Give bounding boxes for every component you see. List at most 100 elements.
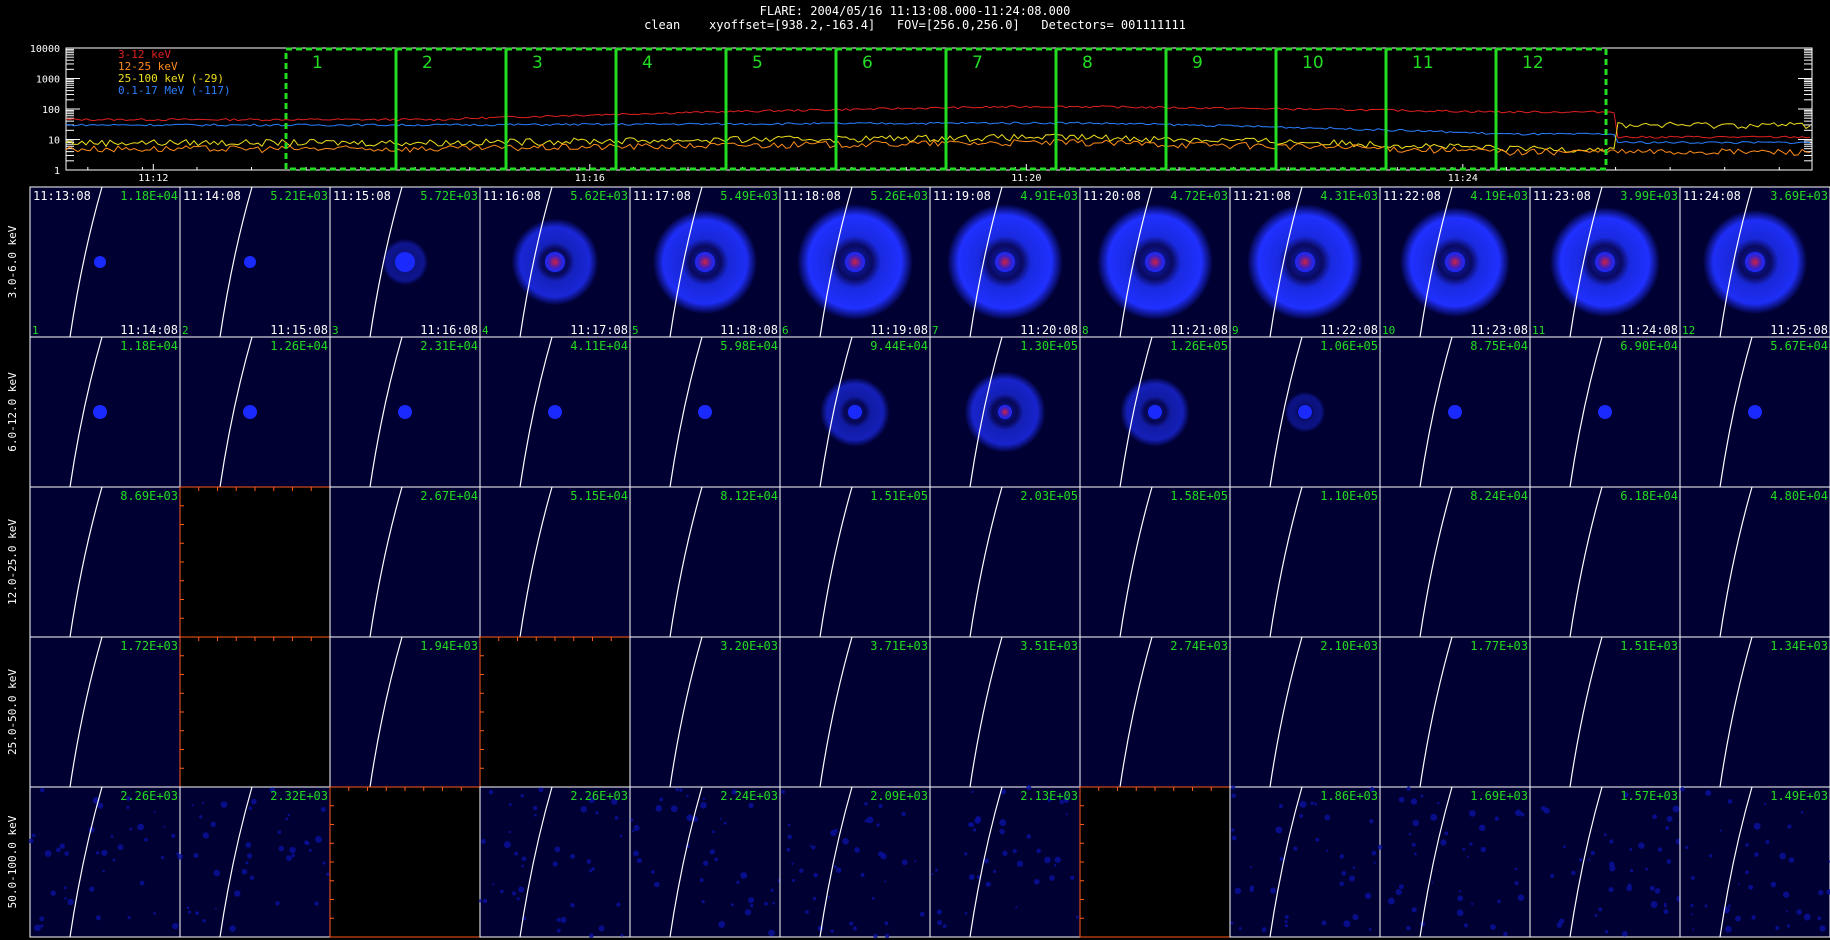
peak-value: 2.32E+03 xyxy=(270,789,328,803)
peak-value: 8.24E+04 xyxy=(1470,489,1528,503)
image-panel xyxy=(629,636,781,788)
noise-speck xyxy=(699,878,704,883)
flare-source xyxy=(1595,252,1615,272)
empty-image-panel xyxy=(1079,786,1231,938)
noise-speck xyxy=(95,915,101,921)
noise-speck xyxy=(144,837,148,842)
noise-speck xyxy=(1398,796,1405,803)
noise-speck xyxy=(811,845,816,850)
image-cell: 1.34E+03 xyxy=(1679,636,1830,788)
noise-speck xyxy=(234,890,241,897)
image-cell: 2.74E+03 xyxy=(1079,636,1231,788)
noise-speck xyxy=(1751,915,1756,920)
noise-speck xyxy=(914,860,917,863)
image-cell: 5.67E+04 xyxy=(1679,336,1830,488)
noise-speck xyxy=(1517,894,1525,902)
noise-speck xyxy=(1787,824,1792,829)
noise-speck xyxy=(251,798,257,805)
noise-speck xyxy=(1645,867,1648,871)
noise-speck xyxy=(241,868,248,875)
noise-speck xyxy=(1411,842,1416,847)
peak-value: 4.72E+03 xyxy=(1170,189,1228,203)
noise-speck xyxy=(1463,923,1468,928)
noise-speck xyxy=(748,802,754,809)
noise-speck xyxy=(1503,931,1508,937)
noise-speck xyxy=(1341,871,1347,876)
image-cell: 1.72E+03 xyxy=(29,636,181,788)
peak-value: 5.21E+03 xyxy=(270,189,328,203)
noise-speck xyxy=(1430,813,1438,821)
image-panel xyxy=(1679,636,1830,788)
flare-source xyxy=(1145,252,1165,272)
noise-speck xyxy=(1467,855,1470,858)
row-energy-label: 50.0-100.0 keV xyxy=(6,815,19,908)
flare-source xyxy=(1295,252,1315,272)
start-time: 11:22:08 xyxy=(1383,189,1441,203)
noise-speck xyxy=(64,851,69,856)
image-panel xyxy=(1379,486,1531,638)
peak-value: 2.26E+03 xyxy=(120,789,178,803)
image-cell: 1.94E+03 xyxy=(329,636,481,788)
noise-speck xyxy=(654,881,660,888)
image-cell: 6.18E+04 xyxy=(1529,486,1681,638)
noise-speck xyxy=(871,896,875,900)
peak-value: 2.13E+03 xyxy=(1020,789,1078,803)
noise-speck xyxy=(772,901,776,905)
noise-speck xyxy=(1412,819,1420,827)
noise-speck xyxy=(852,926,857,931)
image-panel xyxy=(29,486,181,638)
noise-speck xyxy=(275,901,280,906)
flare-source xyxy=(1298,405,1312,419)
image-cell: 8.24E+04 xyxy=(1379,486,1531,638)
flare-source xyxy=(845,252,865,272)
noise-speck xyxy=(968,822,973,827)
noise-speck xyxy=(1275,826,1283,834)
noise-speck xyxy=(492,883,495,886)
noise-speck xyxy=(511,891,517,896)
peak-value: 1.49E+03 xyxy=(1770,789,1828,803)
noise-speck xyxy=(1543,807,1550,814)
image-cell: 1.10E+05 xyxy=(1229,486,1381,638)
noise-speck xyxy=(1490,924,1496,931)
noise-speck xyxy=(1369,819,1374,824)
image-panel xyxy=(1079,636,1231,788)
noise-speck xyxy=(786,847,791,852)
noise-speck xyxy=(1719,829,1723,832)
noise-speck xyxy=(884,880,887,883)
noise-speck xyxy=(245,861,249,865)
noise-speck xyxy=(650,869,655,874)
noise-speck xyxy=(1603,833,1607,837)
image-cell: 4.72E+03 11:20:08 11:21:08 8 xyxy=(1079,186,1231,338)
noise-speck xyxy=(320,806,326,812)
noise-speck xyxy=(1550,873,1555,878)
image-cell: 2.09E+03 xyxy=(779,786,931,939)
noise-speck xyxy=(702,797,706,800)
peak-value: 1.86E+03 xyxy=(1320,789,1378,803)
noise-speck xyxy=(1800,811,1804,814)
noise-speck xyxy=(1456,909,1464,917)
noise-speck xyxy=(1608,887,1614,893)
noise-speck xyxy=(919,911,925,917)
noise-speck xyxy=(129,827,133,831)
peak-value: 1.06E+05 xyxy=(1320,339,1378,353)
image-cell xyxy=(479,636,631,788)
noise-speck xyxy=(937,920,943,926)
image-cell: 1.57E+03 xyxy=(1529,786,1683,938)
noise-speck xyxy=(630,818,634,822)
peak-value: 6.18E+04 xyxy=(1620,489,1678,503)
noise-speck xyxy=(964,852,968,856)
noise-speck xyxy=(1705,789,1712,797)
flare-source xyxy=(998,405,1012,419)
noise-speck xyxy=(686,794,689,798)
noise-speck xyxy=(1782,891,1790,898)
noise-speck xyxy=(1234,887,1242,895)
noise-speck xyxy=(1786,910,1789,913)
peak-value: 5.62E+03 xyxy=(570,189,628,203)
peak-value: 3.69E+03 xyxy=(1770,189,1828,203)
noise-speck xyxy=(1444,831,1449,836)
noise-speck xyxy=(764,901,768,906)
noise-speck xyxy=(1284,924,1289,928)
peak-value: 9.44E+04 xyxy=(870,339,928,353)
noise-speck xyxy=(1293,846,1298,851)
noise-speck xyxy=(560,916,567,923)
